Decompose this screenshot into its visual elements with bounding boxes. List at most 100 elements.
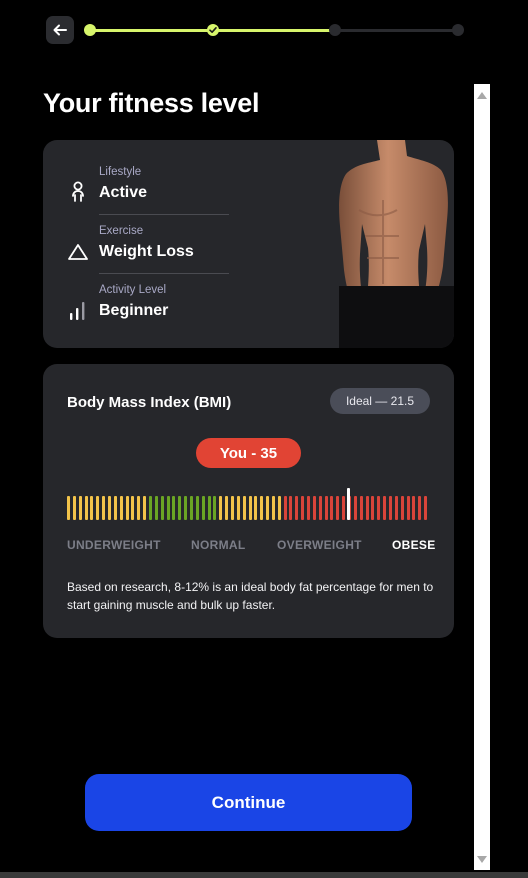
top-bar xyxy=(0,0,528,60)
bmi-scale-tick xyxy=(207,496,211,520)
bmi-scale-tick xyxy=(131,496,135,520)
bmi-scale-tick xyxy=(107,496,111,520)
bmi-scale-tick xyxy=(406,496,410,520)
bmi-scale-tick xyxy=(283,496,287,520)
scroll-down-icon[interactable] xyxy=(477,856,487,863)
bmi-scale-tick xyxy=(254,496,258,520)
bmi-scale-tick xyxy=(72,496,76,520)
bmi-scale-tick xyxy=(342,496,346,520)
bmi-scale-tick xyxy=(178,496,182,520)
profile-item-label: Lifestyle xyxy=(99,166,142,178)
bmi-scale-tick xyxy=(260,496,264,520)
bmi-scale-tick xyxy=(236,496,240,520)
step-dot-3 xyxy=(329,24,341,36)
bmi-scale-tick xyxy=(318,496,322,520)
scrollbar[interactable] xyxy=(474,84,490,870)
profile-item-exercise: Exercise Weight Loss xyxy=(67,225,229,283)
range-label-obese: OBESE xyxy=(392,538,436,552)
user-bmi-badge: You - 35 xyxy=(196,438,301,468)
profile-item-lifestyle: Lifestyle Active xyxy=(67,166,229,224)
bmi-scale-tick xyxy=(394,496,398,520)
progress-stepper xyxy=(84,23,464,37)
step-dot-2 xyxy=(207,24,219,36)
bmi-scale-tick xyxy=(213,496,217,520)
male-torso-photo xyxy=(339,140,454,348)
bmi-scale-tick xyxy=(78,496,82,520)
bmi-scale-tick xyxy=(330,496,334,520)
bmi-scale-tick xyxy=(143,496,147,520)
bmi-scale-tick xyxy=(389,496,393,520)
bmi-scale-tick xyxy=(289,496,293,520)
ideal-bmi-badge: Ideal — 21.5 xyxy=(329,388,430,414)
profile-item-label: Activity Level xyxy=(99,284,167,296)
bmi-scale-tick xyxy=(353,496,357,520)
bmi-scale-tick xyxy=(154,496,158,520)
profile-item-activity-level: Activity Level Beginner xyxy=(67,284,229,342)
fitness-profile-card: Lifestyle Active Exercise Weight Loss Ac… xyxy=(43,140,454,348)
profile-item-value: Active xyxy=(99,184,148,201)
bmi-scale-tick xyxy=(189,496,193,520)
bmi-scale-tick xyxy=(418,496,422,520)
divider xyxy=(99,273,229,274)
back-button[interactable] xyxy=(46,16,74,44)
bmi-scale-tick xyxy=(301,496,305,520)
progress-segment-1 xyxy=(90,29,213,32)
bmi-scale-tick xyxy=(383,496,387,520)
divider xyxy=(99,214,229,215)
check-icon xyxy=(209,27,217,33)
bmi-scale-tick xyxy=(137,496,141,520)
range-label-underweight: UNDERWEIGHT xyxy=(67,538,161,552)
bmi-scale-tick xyxy=(307,496,311,520)
bmi-scale-tick xyxy=(424,496,428,520)
bmi-scale-tick xyxy=(248,496,252,520)
bmi-scale-tick xyxy=(324,496,328,520)
signal-bars-icon xyxy=(70,302,85,320)
bmi-marker xyxy=(347,488,350,520)
bmi-title: Body Mass Index (BMI) xyxy=(67,394,232,411)
bmi-scale-tick xyxy=(219,496,223,520)
bmi-scale-tick xyxy=(148,496,152,520)
bmi-scale-tick xyxy=(195,496,199,520)
arrow-left-icon xyxy=(53,24,67,36)
bmi-note: Based on research, 8-12% is an ideal bod… xyxy=(67,580,434,612)
range-label-normal: NORMAL xyxy=(191,538,246,552)
bmi-scale-tick xyxy=(400,496,404,520)
bmi-scale-tick xyxy=(96,496,100,520)
bmi-scale-tick xyxy=(230,496,234,520)
bmi-scale-tick xyxy=(225,496,229,520)
profile-item-value: Beginner xyxy=(99,302,169,319)
triangle-icon xyxy=(68,244,88,260)
bmi-scale-tick xyxy=(295,496,299,520)
bmi-scale-tick xyxy=(336,496,340,520)
bmi-scale-tick xyxy=(266,496,270,520)
bmi-scale-tick xyxy=(277,496,281,520)
step-dot-1 xyxy=(84,24,96,36)
person-icon xyxy=(72,181,84,202)
profile-item-label: Exercise xyxy=(99,225,144,237)
bmi-scale-tick xyxy=(365,496,369,520)
profile-item-value: Weight Loss xyxy=(99,243,194,260)
progress-segment-2 xyxy=(213,29,335,32)
bmi-scale-tick xyxy=(166,496,170,520)
bmi-scale-tick xyxy=(412,496,416,520)
bmi-scale-tick xyxy=(90,496,94,520)
bmi-scale xyxy=(67,488,430,520)
scroll-up-icon[interactable] xyxy=(477,92,487,99)
bmi-scale-tick xyxy=(359,496,363,520)
bmi-scale-tick xyxy=(312,496,316,520)
bmi-scale-tick xyxy=(113,496,117,520)
bmi-scale-tick xyxy=(377,496,381,520)
bmi-card: Body Mass Index (BMI) Ideal — 21.5 You -… xyxy=(43,364,454,638)
bmi-scale-tick xyxy=(271,496,275,520)
continue-button[interactable]: Continue xyxy=(85,774,412,831)
bmi-scale-tick xyxy=(84,496,88,520)
bmi-scale-tick xyxy=(102,496,106,520)
bmi-scale-tick xyxy=(242,496,246,520)
bmi-scale-tick xyxy=(371,496,375,520)
window-bottom-edge xyxy=(0,872,528,878)
bmi-scale-tick xyxy=(172,496,176,520)
bmi-scale-tick xyxy=(67,496,70,520)
bmi-scale-tick xyxy=(184,496,188,520)
progress-segment-3 xyxy=(335,29,457,32)
bmi-scale-tick xyxy=(119,496,123,520)
